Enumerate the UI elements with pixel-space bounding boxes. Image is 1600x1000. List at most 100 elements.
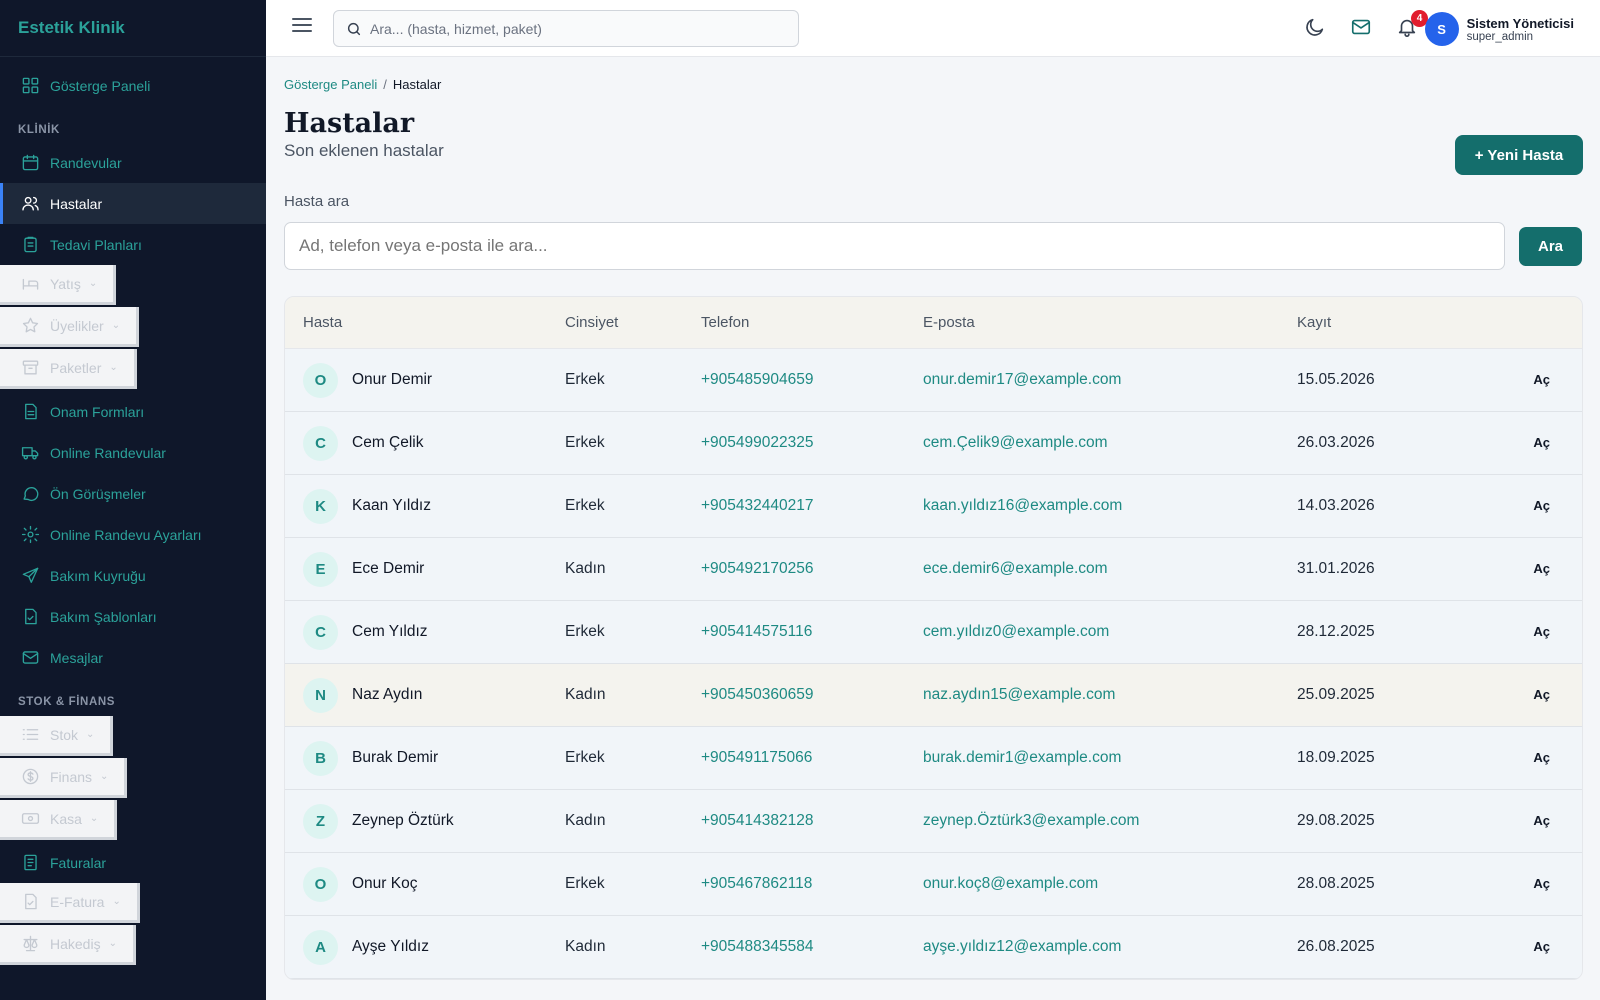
sidebar-item-faturalar[interactable]: Faturalar <box>0 842 266 883</box>
sidebar-group-uyelikler[interactable]: Üyelikler ⌄ <box>0 307 140 347</box>
sidebar-item-online-randevular[interactable]: Online Randevular <box>0 432 266 473</box>
patient-phone-link[interactable]: +905414575116 <box>701 623 923 641</box>
sidebar-item-tedavi-planlari[interactable]: Tedavi Planları <box>0 224 266 265</box>
column-header-cinsiyet[interactable]: Cinsiyet <box>565 314 701 331</box>
sidebar-item-online-randevu-ayarlari[interactable]: Online Randevu Ayarları <box>0 514 266 555</box>
star-icon <box>20 316 40 336</box>
patient-name[interactable]: Ece Demir <box>352 560 424 578</box>
sidebar-group-stok[interactable]: Stok ⌄ <box>0 716 114 756</box>
table-row[interactable]: B Burak Demir Erkek +905491175066 burak.demi… <box>285 727 1582 790</box>
column-header-eposta[interactable]: E-posta <box>923 314 1297 331</box>
patient-email-link[interactable]: burak.demir1@example.com <box>923 749 1297 767</box>
patient-name[interactable]: Onur Koç <box>352 875 417 893</box>
global-search-input[interactable]: Ara... (hasta, hizmet, paket) <box>333 10 799 47</box>
patient-search-button[interactable]: Ara <box>1519 226 1582 266</box>
open-patient-button[interactable]: Aç <box>1533 561 1550 576</box>
sidebar-item-bakim-kuyrugu[interactable]: Bakım Kuyruğu <box>0 555 266 596</box>
sidebar-item-label: Bakım Kuyruğu <box>50 567 146 584</box>
patient-email-link[interactable]: ayşe.yıldız12@example.com <box>923 938 1297 956</box>
patient-email-link[interactable]: onur.koç8@example.com <box>923 875 1297 893</box>
patient-search-input[interactable] <box>284 222 1505 270</box>
sidebar-group-e-fatura[interactable]: E-Fatura ⌄ <box>0 883 140 923</box>
patient-name[interactable]: Naz Aydın <box>352 686 422 704</box>
patient-email-link[interactable]: zeynep.Öztürk3@example.com <box>923 812 1297 830</box>
sidebar-group-kasa[interactable]: Kasa ⌄ <box>0 800 118 840</box>
sidebar-group-hakedis[interactable]: Hakediş ⌄ <box>0 925 136 965</box>
open-patient-button[interactable]: Aç <box>1533 624 1550 639</box>
cell-hasta: C Cem Çelik <box>285 425 565 461</box>
table-row[interactable]: C Cem Çelik Erkek +905499022325 cem.Çelik9@e… <box>285 412 1582 475</box>
patient-phone-link[interactable]: +905485904659 <box>701 371 923 389</box>
open-patient-button[interactable]: Aç <box>1533 687 1550 702</box>
notifications-button[interactable]: 4 <box>1396 10 1428 40</box>
sidebar-item-mesajlar[interactable]: Mesajlar <box>0 637 266 678</box>
table-row[interactable]: Z Zeynep Öztürk Kadın +905414382128 zeynep.Ö… <box>285 790 1582 853</box>
open-patient-button[interactable]: Aç <box>1533 813 1550 828</box>
table-row[interactable]: K Kaan Yıldız Erkek +905432440217 kaan.yıldı… <box>285 475 1582 538</box>
sidebar-item-randevular[interactable]: Randevular <box>0 142 266 183</box>
patient-name[interactable]: Kaan Yıldız <box>352 497 431 515</box>
patient-phone-link[interactable]: +905499022325 <box>701 434 923 452</box>
breadcrumb-dashboard-link[interactable]: Gösterge Paneli <box>284 77 377 92</box>
patient-registration-date: 25.09.2025 <box>1297 686 1375 703</box>
table-row[interactable]: A Ayşe Yıldız Kadın +905488345584 ayşe.yıldı… <box>285 916 1582 979</box>
patient-name[interactable]: Zeynep Öztürk <box>352 812 454 830</box>
patient-phone-link[interactable]: +905491175066 <box>701 749 923 767</box>
chat-icon <box>20 484 40 504</box>
column-header-telefon[interactable]: Telefon <box>701 314 923 331</box>
patient-initial-avatar: E <box>303 551 338 587</box>
column-header-kayit[interactable]: Kayıt <box>1297 314 1477 331</box>
sidebar-item-bakim-sablonlari[interactable]: Bakım Şablonları <box>0 596 266 637</box>
patient-name[interactable]: Burak Demir <box>352 749 438 767</box>
patient-name[interactable]: Ayşe Yıldız <box>352 938 429 956</box>
user-menu[interactable]: S Sistem Yöneticisi super_admin <box>1424 12 1574 46</box>
open-patient-button[interactable]: Aç <box>1533 435 1550 450</box>
table-row[interactable]: O Onur Demir Erkek +905485904659 onur.demir1… <box>285 349 1582 412</box>
patient-phone-link[interactable]: +905488345584 <box>701 938 923 956</box>
open-patient-button[interactable]: Aç <box>1533 498 1550 513</box>
table-row[interactable]: N Naz Aydın Kadın +905450360659 naz.aydın15@… <box>285 664 1582 727</box>
open-patient-button[interactable]: Aç <box>1533 372 1550 387</box>
patient-email-link[interactable]: onur.demir17@example.com <box>923 371 1297 389</box>
patient-phone-link[interactable]: +905450360659 <box>701 686 923 704</box>
sidebar-group-finans[interactable]: Finans ⌄ <box>0 758 128 798</box>
patient-name[interactable]: Onur Demir <box>352 371 432 389</box>
menu-toggle-icon[interactable] <box>292 18 312 38</box>
messages-button[interactable] <box>1350 16 1374 40</box>
patient-email-link[interactable]: kaan.yıldız16@example.com <box>923 497 1297 515</box>
dark-mode-toggle[interactable] <box>1304 16 1328 40</box>
patient-email-link[interactable]: cem.Çelik9@example.com <box>923 434 1297 452</box>
patient-name[interactable]: Cem Çelik <box>352 434 423 452</box>
clipboard-icon <box>20 235 40 255</box>
sidebar-group-paketler[interactable]: Paketler ⌄ <box>0 349 137 389</box>
patient-name[interactable]: Cem Yıldız <box>352 623 428 641</box>
table-row[interactable]: C Cem Yıldız Erkek +905414575116 cem.yıldız0… <box>285 601 1582 664</box>
open-patient-button[interactable]: Aç <box>1533 939 1550 954</box>
patient-email-link[interactable]: cem.yıldız0@example.com <box>923 623 1297 641</box>
new-patient-button[interactable]: + Yeni Hasta <box>1455 135 1583 175</box>
send-icon <box>20 566 40 586</box>
sidebar-item-hastalar[interactable]: Hastalar <box>0 183 266 224</box>
sidebar-item-onam-formlari[interactable]: Onam Formları <box>0 391 266 432</box>
patient-phone-link[interactable]: +905414382128 <box>701 812 923 830</box>
sidebar-item-on-gorusmeler[interactable]: Ön Görüşmeler <box>0 473 266 514</box>
patient-registration-date: 18.09.2025 <box>1297 749 1375 766</box>
sidebar-item-dashboard[interactable]: Gösterge Paneli <box>0 65 266 106</box>
column-header-hasta[interactable]: Hasta <box>285 314 565 331</box>
patient-phone-link[interactable]: +905432440217 <box>701 497 923 515</box>
patient-email-link[interactable]: naz.aydın15@example.com <box>923 686 1297 704</box>
open-patient-button[interactable]: Aç <box>1533 750 1550 765</box>
dollar-icon <box>20 767 40 787</box>
sidebar-item-label: Gösterge Paneli <box>50 77 151 94</box>
patient-initial-avatar: O <box>303 866 338 902</box>
open-patient-button[interactable]: Aç <box>1533 876 1550 891</box>
patient-initial-avatar: O <box>303 362 338 398</box>
patient-phone-link[interactable]: +905492170256 <box>701 560 923 578</box>
chevron-down-icon: ⌄ <box>112 896 121 907</box>
patient-phone-link[interactable]: +905467862118 <box>701 875 923 893</box>
patient-email-link[interactable]: ece.demir6@example.com <box>923 560 1297 578</box>
brand-logo[interactable]: Estetik Klinik <box>0 0 266 57</box>
sidebar-group-yatis[interactable]: Yatış ⌄ <box>0 265 117 305</box>
table-row[interactable]: E Ece Demir Kadın +905492170256 ece.demir6@e… <box>285 538 1582 601</box>
table-row[interactable]: O Onur Koç Erkek +905467862118 onur.koç8@exa… <box>285 853 1582 916</box>
